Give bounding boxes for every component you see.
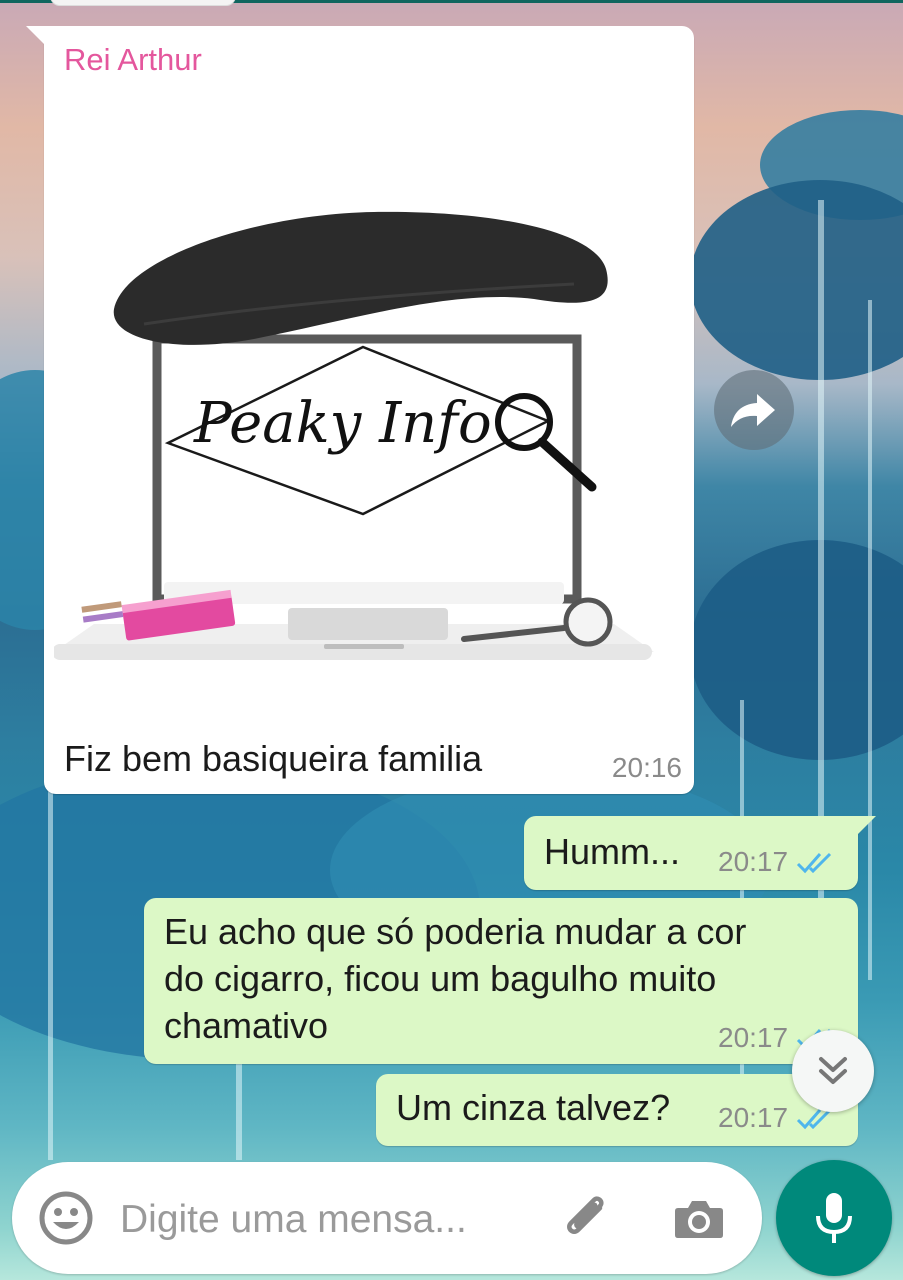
outgoing-message[interactable]: Humm... 20:17 bbox=[524, 816, 876, 890]
message-time: 20:16 bbox=[611, 752, 682, 783]
message-time: 20:17 bbox=[718, 846, 789, 877]
message-line: chamativo bbox=[164, 1005, 329, 1046]
message-line: Eu acho que só poderia mudar a cor bbox=[164, 911, 747, 952]
sender-name[interactable]: Rei Arthur bbox=[64, 42, 202, 78]
message-text: Eu acho que só poderia mudar a cor do ci… bbox=[164, 908, 746, 1049]
peaky-info-logo: Peaky Info bbox=[52, 211, 654, 660]
message-input[interactable]: Digite uma mensa... bbox=[120, 1198, 467, 1242]
voice-message-button[interactable] bbox=[776, 1160, 892, 1276]
message-time: 20:17 bbox=[718, 1102, 789, 1133]
outgoing-message[interactable]: Eu acho que só poderia mudar a cor do ci… bbox=[144, 898, 858, 1064]
outgoing-message[interactable]: Um cinza talvez? 20:17 bbox=[376, 1074, 858, 1146]
double-chevron-down-icon bbox=[819, 1057, 847, 1084]
image-attachment[interactable]: Peaky Info bbox=[52, 94, 684, 734]
incoming-message[interactable]: Rei Arthur Peaky Info Fiz bem basiqueira… bbox=[26, 26, 694, 794]
logo-text: Peaky Info bbox=[193, 391, 492, 456]
emoji-icon[interactable] bbox=[36, 1188, 96, 1248]
double-check-icon bbox=[797, 852, 832, 874]
message-line: do cigarro, ficou um bagulho muito bbox=[164, 958, 717, 999]
microphone-icon bbox=[816, 1193, 852, 1243]
message-composer[interactable]: Digite uma mensa... bbox=[12, 1162, 762, 1274]
camera-icon[interactable] bbox=[670, 1190, 728, 1248]
paperclip-icon[interactable] bbox=[560, 1190, 618, 1248]
message-time: 20:17 bbox=[718, 1022, 789, 1053]
forward-icon bbox=[731, 394, 775, 427]
forward-button[interactable] bbox=[714, 370, 794, 450]
message-text: Humm... bbox=[544, 831, 681, 872]
scroll-to-bottom-button[interactable] bbox=[792, 1030, 874, 1112]
image-caption: Fiz bem basiqueira familia bbox=[64, 738, 483, 779]
message-text: Um cinza talvez? bbox=[396, 1087, 671, 1128]
